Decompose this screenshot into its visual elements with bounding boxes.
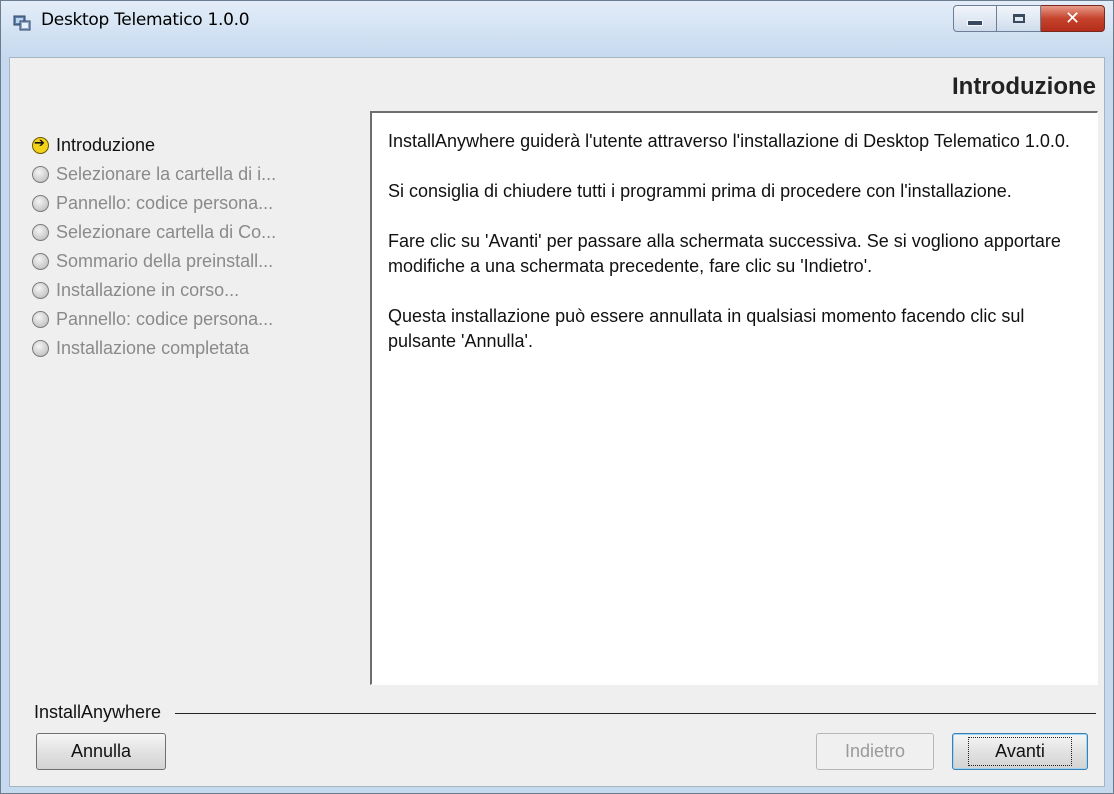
- intro-paragraph: Fare clic su 'Avanti' per passare alla s…: [388, 231, 1061, 276]
- intro-paragraph: Si consiglia di chiudere tutti i program…: [388, 181, 1012, 201]
- step-item: Sommario della preinstall...: [32, 247, 362, 276]
- step-label: Selezionare la cartella di i...: [56, 164, 277, 184]
- intro-text-panel: InstallAnywhere guiderà l'utente attrave…: [370, 111, 1098, 685]
- pending-step-circle-icon: [32, 340, 49, 357]
- step-label: Selezionare cartella di Co...: [56, 222, 277, 242]
- step-label: Introduzione: [56, 135, 156, 155]
- step-label: Pannello: codice persona...: [56, 193, 274, 213]
- installer-body: Introduzione Introduzione Selezionare la…: [9, 57, 1105, 787]
- minimize-icon: [967, 19, 983, 26]
- installer-app-icon: [13, 15, 31, 31]
- step-item: Pannello: codice persona...: [32, 305, 362, 334]
- step-label: Sommario della preinstall...: [56, 251, 274, 271]
- step-item: Introduzione: [32, 131, 362, 160]
- steps-list: Introduzione Selezionare la cartella di …: [32, 131, 362, 363]
- step-item: Selezionare cartella di Co...: [32, 218, 362, 247]
- next-button-label: Avanti: [968, 737, 1072, 766]
- current-step-arrow-icon: [32, 136, 49, 154]
- step-item: Pannello: codice persona...: [32, 189, 362, 218]
- maximize-icon: [1012, 14, 1025, 23]
- close-icon: ✕: [1064, 7, 1081, 29]
- maximize-button[interactable]: [997, 5, 1041, 32]
- close-button[interactable]: ✕: [1041, 5, 1105, 32]
- step-item: Installazione completata: [32, 334, 362, 363]
- next-button[interactable]: Avanti: [952, 733, 1088, 770]
- step-item: Installazione in corso...: [32, 276, 362, 305]
- installer-window: Desktop Telematico 1.0.0 ✕ Introduzione …: [0, 0, 1114, 794]
- step-label: Installazione in corso...: [56, 280, 240, 300]
- pending-step-circle-icon: [32, 224, 49, 241]
- pending-step-circle-icon: [32, 282, 49, 299]
- window-title: Desktop Telematico 1.0.0: [41, 10, 250, 30]
- intro-paragraph: Questa installazione può essere annullat…: [388, 306, 1025, 351]
- minimize-button[interactable]: [953, 5, 997, 32]
- intro-paragraph: InstallAnywhere guiderà l'utente attrave…: [388, 131, 1070, 151]
- step-label: Pannello: codice persona...: [56, 309, 274, 329]
- title-bar[interactable]: Desktop Telematico 1.0.0 ✕: [1, 1, 1113, 57]
- step-label: Installazione completata: [56, 338, 250, 358]
- pending-step-circle-icon: [32, 166, 49, 183]
- step-item: Selezionare la cartella di i...: [32, 160, 362, 189]
- pending-step-circle-icon: [32, 253, 49, 270]
- pending-step-circle-icon: [32, 311, 49, 328]
- installanywhere-brand-label: InstallAnywhere: [34, 702, 176, 723]
- back-button[interactable]: Indietro: [816, 733, 934, 770]
- page-title: Introduzione: [952, 73, 1096, 100]
- pending-step-circle-icon: [32, 195, 49, 212]
- cancel-button[interactable]: Annulla: [36, 733, 166, 770]
- window-controls: ✕: [953, 5, 1105, 32]
- footer-divider: [34, 713, 1096, 714]
